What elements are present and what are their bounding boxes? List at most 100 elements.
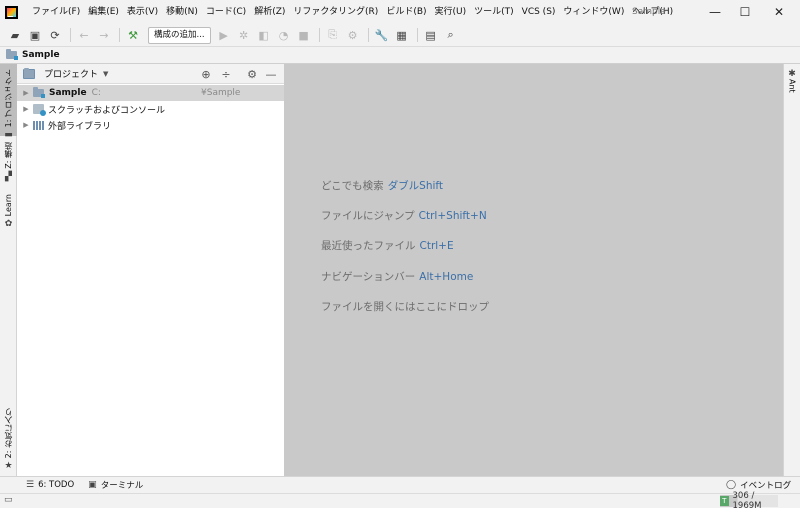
tree-item-label: Sample <box>49 88 87 98</box>
toolbar-separator <box>119 28 120 42</box>
menu-view[interactable]: 表示(V) <box>123 0 162 24</box>
hint-navigation-bar: ナビゲーションバー Alt+Home <box>321 269 473 284</box>
right-tool-strip: ✱ Ant <box>783 64 800 476</box>
tree-item-label: 外部ライブラリ <box>48 121 112 132</box>
navigation-bar: Sample <box>0 46 800 64</box>
chevron-down-icon[interactable]: ▼ <box>103 70 108 78</box>
back-arrow-icon[interactable]: ← <box>75 26 93 44</box>
coverage-icon[interactable]: ◧ <box>255 26 273 44</box>
project-panel-header: プロジェクト ▼ ⊕ ÷ ⚙ — <box>17 64 284 84</box>
tab-learn-label: Learn <box>4 194 13 217</box>
minimize-button[interactable]: — <box>698 0 732 24</box>
hide-panel-icon[interactable]: — <box>263 66 279 82</box>
hint-shortcut: Ctrl+E <box>419 240 454 252</box>
memory-indicator[interactable]: T 306 / 1969M <box>720 491 778 508</box>
tab-project[interactable]: 1: プロジェクト ▬ <box>0 64 17 140</box>
hint-text: ナビゲーションバー <box>321 271 416 283</box>
gear-icon[interactable]: ⚙ <box>244 66 260 82</box>
menu-run[interactable]: 実行(U) <box>431 0 471 24</box>
vcs-update-icon[interactable]: ⎘ <box>324 26 342 44</box>
left-tool-strip: 1: プロジェクト ▬ Z: 構造 ▞ Learn ✿ 2: お気に入り ★ <box>0 64 17 476</box>
open-folder-icon[interactable]: ▰ <box>6 26 24 44</box>
close-button[interactable]: ✕ <box>762 0 796 24</box>
list-icon: ☰ <box>26 480 35 490</box>
tab-favorites[interactable]: 2: お気に入り ★ <box>0 408 17 472</box>
menu-bar: ファイル(F) 編集(E) 表示(V) 移動(N) コード(C) 解析(Z) リ… <box>0 0 800 24</box>
tree-item-label: スクラッチおよびコンソール <box>48 105 166 116</box>
expand-arrow-icon[interactable]: ▶ <box>19 89 33 97</box>
tab-todo[interactable]: ☰ 6: TODO <box>26 480 74 490</box>
editor-empty-area[interactable]: どこでも検索 ダブルShift ファイルにジャンプ Ctrl+Shift+N 最近使… <box>284 64 783 476</box>
menu-build[interactable]: ビルド(B) <box>382 0 430 24</box>
menu-refactor[interactable]: リファクタリング(R) <box>289 0 382 24</box>
collapse-all-icon[interactable]: ÷ <box>218 66 234 82</box>
project-view-icon <box>23 67 35 79</box>
locate-target-icon[interactable]: ⊕ <box>198 66 214 82</box>
tab-event-log[interactable]: ◯ イベントログ <box>726 479 791 491</box>
hint-shortcut: Alt+Home <box>419 271 474 283</box>
settings-wrench-icon[interactable]: 🔧 <box>373 26 391 44</box>
breadcrumb[interactable]: Sample <box>22 50 60 60</box>
project-tool-window: プロジェクト ▼ ⊕ ÷ ⚙ — ▶ Sample C: ¥Sample ▶ ス… <box>17 64 284 476</box>
hint-shortcut: Ctrl+Shift+N <box>418 210 487 222</box>
search-icon[interactable]: ⌕ <box>442 26 460 44</box>
sync-icon[interactable]: ⟳ <box>46 26 64 44</box>
tree-item-sample[interactable]: ▶ Sample C: ¥Sample <box>17 85 284 101</box>
hint-search-everywhere: どこでも検索 ダブルShift <box>321 178 443 193</box>
profile-icon[interactable]: ◔ <box>275 26 293 44</box>
save-all-icon[interactable]: ▣ <box>26 26 44 44</box>
structure-icon: ▞ <box>5 171 12 182</box>
menu-vcs[interactable]: VCS (S) <box>518 0 560 24</box>
menu-file[interactable]: ファイル(F) <box>28 0 84 24</box>
tab-structure[interactable]: Z: 構造 ▞ <box>0 142 17 186</box>
hint-text: ファイルにジャンプ <box>321 210 415 222</box>
hint-drop-files: ファイルを開くにはここにドロップ <box>321 299 489 314</box>
learn-icon: ✿ <box>4 219 13 230</box>
tab-terminal-label: ターミナル <box>100 481 144 491</box>
library-icon <box>33 120 44 130</box>
project-structure-icon[interactable]: ▦ <box>393 26 411 44</box>
memory-lock-icon: T <box>720 496 729 506</box>
terminal-icon: ▣ <box>88 480 97 490</box>
maximize-button[interactable]: ☐ <box>728 0 762 24</box>
tab-todo-label: 6: TODO <box>38 480 75 490</box>
intellij-logo-icon <box>5 5 18 19</box>
vcs-commit-icon[interactable]: ⚙ <box>344 26 362 44</box>
hint-text: 最近使ったファイル <box>321 240 416 252</box>
run-configuration-select[interactable]: 構成の追加... <box>148 26 211 44</box>
tab-ant[interactable]: ✱ Ant <box>784 69 800 93</box>
toggle-tool-windows-icon[interactable]: ▭ <box>4 495 13 505</box>
scratches-icon <box>33 104 46 116</box>
star-icon: ★ <box>4 461 13 472</box>
tree-item-external-libraries[interactable]: ▶ 外部ライブラリ <box>17 117 284 133</box>
expand-arrow-icon[interactable]: ▶ <box>19 121 33 129</box>
memory-usage-text: 306 / 1969M <box>732 491 762 508</box>
tab-event-log-label: イベントログ <box>740 481 792 491</box>
folder-icon: ▬ <box>4 130 13 141</box>
menu-window[interactable]: ウィンドウ(W) <box>559 0 628 24</box>
bottom-tool-bar: ☰ 6: TODO ▣ ターミナル ◯ イベントログ <box>0 476 800 493</box>
debug-icon[interactable]: ✲ <box>235 26 253 44</box>
forward-arrow-icon[interactable]: → <box>95 26 113 44</box>
menu-navigate[interactable]: 移動(N) <box>162 0 202 24</box>
menu-tools[interactable]: ツール(T) <box>470 0 518 24</box>
tree-item-path-suffix: ¥Sample <box>201 88 241 98</box>
tab-learn[interactable]: Learn ✿ <box>0 194 17 234</box>
menu-edit[interactable]: 編集(E) <box>84 0 123 24</box>
toolbar-separator <box>70 28 71 42</box>
run-icon[interactable]: ▶ <box>215 26 233 44</box>
build-hammer-icon[interactable]: ⚒ <box>124 26 142 44</box>
expand-arrow-icon[interactable]: ▶ <box>19 105 33 113</box>
tree-item-scratches[interactable]: ▶ スクラッチおよびコンソール <box>17 101 284 117</box>
tab-favorites-label: 2: お気に入り <box>4 408 13 459</box>
terminal-icon[interactable]: ▤ <box>422 26 440 44</box>
toolbar-separator <box>367 28 369 42</box>
menu-analyze[interactable]: 解析(Z) <box>250 0 289 24</box>
project-view-selector[interactable]: プロジェクト <box>44 67 98 80</box>
tree-item-path: C: <box>91 88 101 98</box>
tab-terminal[interactable]: ▣ ターミナル <box>88 479 143 491</box>
tab-structure-label: Z: 構造 <box>4 142 13 169</box>
menu-code[interactable]: コード(C) <box>202 0 250 24</box>
stop-icon[interactable]: ■ <box>295 26 313 44</box>
hint-shortcut: ダブルShift <box>387 180 444 192</box>
